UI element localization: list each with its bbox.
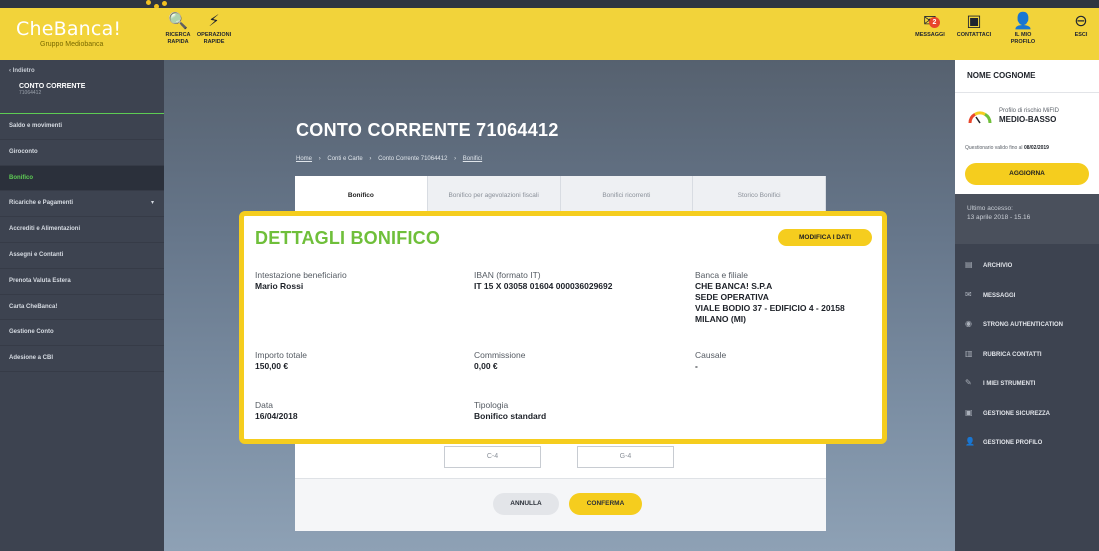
sidebar-item-bonifico[interactable]: Bonifico bbox=[0, 165, 164, 192]
sidebar-item-label: Ricariche e Pagamenti bbox=[9, 200, 74, 207]
mifid-profile: Profilo di rischio MiFID MEDIO-BASSO bbox=[999, 108, 1097, 124]
sidebar-header: ‹ Indietro CONTO CORRENTE 71064412 bbox=[0, 60, 164, 114]
mail-icon: ✉ bbox=[965, 289, 972, 299]
breadcrumb-home[interactable]: Home bbox=[296, 156, 312, 162]
last-access: Ultimo accesso: 13 aprile 2018 - 15.16 bbox=[955, 194, 1099, 244]
page-title: CONTO CORRENTE 71064412 bbox=[296, 120, 559, 140]
breadcrumb-separator: › bbox=[318, 156, 321, 162]
iban-field: IBAN (formato IT) IT 15 X 03058 01604 00… bbox=[474, 270, 613, 291]
account-title: CONTO CORRENTE bbox=[19, 83, 86, 90]
exit-icon: ⊖ bbox=[1074, 13, 1088, 30]
breadcrumb-conti[interactable]: Conti e Carte bbox=[327, 156, 362, 162]
mifid-level: MEDIO-BASSO bbox=[999, 115, 1057, 124]
bank-field: Banca e filiale CHE BANCA! S.P.A SEDE OP… bbox=[695, 270, 845, 324]
code-field-c4[interactable]: C-4 bbox=[444, 446, 541, 468]
archive-icon: ▤ bbox=[965, 260, 973, 269]
quick-operations-button[interactable]: ⚡ OPERAZIONI RAPIDE bbox=[194, 13, 234, 45]
edit-data-button[interactable]: MODIFICA I DATI bbox=[778, 229, 872, 246]
questionnaire-validity: Questionario valido fino al 08/02/2019 bbox=[965, 145, 1049, 151]
address-book-icon: ▥ bbox=[965, 348, 973, 358]
logo[interactable]: CheBanca! Gruppo Mediobanca bbox=[16, 18, 121, 48]
user-icon: 👤 bbox=[965, 437, 975, 446]
breadcrumb-bonifici[interactable]: Bonifici bbox=[463, 156, 482, 162]
lightning-icon: ⚡ bbox=[208, 13, 220, 30]
breadcrumb-conto[interactable]: Conto Corrente 71064412 bbox=[378, 156, 447, 162]
confirm-button[interactable]: CONFERMA bbox=[569, 493, 642, 515]
sidebar-item-saldo[interactable]: Saldo e movimenti bbox=[0, 114, 164, 140]
wrench-icon: ✎ bbox=[965, 378, 972, 387]
reason-field: Causale - bbox=[695, 350, 727, 371]
sidebar-item-ricariche[interactable]: Ricariche e Pagamenti ▾ bbox=[0, 191, 164, 218]
sidebar-item-valuta[interactable]: Prenota Valuta Estera bbox=[0, 269, 164, 295]
account-number: 71064412 bbox=[19, 90, 42, 96]
menu-item-strumenti[interactable]: ✎ I MIEI STRUMENTI bbox=[955, 368, 1099, 398]
sidebar-item-assegni[interactable]: Assegni e Contanti bbox=[0, 243, 164, 269]
tab-agevolazioni[interactable]: Bonifico per agevolazioni fiscali bbox=[428, 176, 561, 216]
breadcrumb-separator: › bbox=[454, 156, 457, 162]
contact-card-icon: ▣ bbox=[966, 13, 982, 30]
date-field: Data 16/04/2018 bbox=[255, 400, 298, 421]
search-icon: 🔍 bbox=[168, 13, 188, 30]
contact-button[interactable]: ▣ CONTATTACI bbox=[955, 13, 993, 39]
right-menu: ▤ ARCHIVIO ✉ MESSAGGI ◉ STRONG AUTHENTICATI… bbox=[955, 250, 1099, 457]
menu-item-profilo[interactable]: 👤 GESTIONE PROFILO bbox=[955, 427, 1099, 457]
risk-gauge-icon bbox=[968, 111, 992, 124]
back-link[interactable]: ‹ Indietro bbox=[9, 68, 164, 74]
tab-ricorrenti[interactable]: Bonifici ricorrenti bbox=[561, 176, 694, 216]
chevron-down-icon: ▾ bbox=[150, 200, 154, 207]
type-field: Tipologia Bonifico standard bbox=[474, 400, 547, 421]
menu-item-sicurezza[interactable]: ▣ GESTIONE SICUREZZA bbox=[955, 398, 1099, 428]
transfer-details-modal: DETTAGLI BONIFICO MODIFICA I DATI Intest… bbox=[239, 211, 887, 444]
quick-search-button[interactable]: 🔍 RICERCA RAPIDA bbox=[164, 13, 192, 45]
user-name: NOME COGNOME bbox=[967, 71, 1036, 80]
menu-item-archivio[interactable]: ▤ ARCHIVIO bbox=[955, 250, 1099, 280]
lock-icon: ▣ bbox=[965, 407, 973, 417]
menu-item-messaggi[interactable]: ✉ MESSAGGI bbox=[955, 280, 1099, 310]
shield-icon: ◉ bbox=[965, 319, 972, 328]
right-panel: NOME COGNOME Profilo di rischio MiFID ME… bbox=[955, 60, 1099, 551]
menu-item-rubrica[interactable]: ▥ RUBRICA CONTATTI bbox=[955, 339, 1099, 369]
profile-button[interactable]: 👤 IL MIO PROFILO bbox=[1006, 13, 1040, 45]
update-button[interactable]: AGGIORNA bbox=[965, 163, 1089, 185]
notification-badge: 2 bbox=[929, 17, 940, 28]
modal-title: DETTAGLI BONIFICO bbox=[255, 228, 441, 248]
fee-field: Commissione 0,00 € bbox=[474, 350, 526, 371]
breadcrumb-separator: › bbox=[369, 156, 372, 162]
transfer-tabs: Bonifico Bonifico per agevolazioni fisca… bbox=[295, 176, 826, 216]
profile-summary: NOME COGNOME Profilo di rischio MiFID ME… bbox=[955, 60, 1099, 194]
card-footer: ANNULLA CONFERMA bbox=[295, 478, 826, 531]
left-sidebar: ‹ Indietro CONTO CORRENTE 71064412 Saldo… bbox=[0, 60, 164, 551]
amount-field: Importo totale 150,00 € bbox=[255, 350, 307, 371]
divider bbox=[955, 92, 1099, 93]
sidebar-item-carta[interactable]: Carta CheBanca! bbox=[0, 295, 164, 321]
sidebar-item-accrediti[interactable]: Accrediti e Alimentazioni bbox=[0, 217, 164, 243]
logout-button[interactable]: ⊖ ESCI bbox=[1068, 13, 1094, 39]
code-field-g4[interactable]: G-4 bbox=[577, 446, 674, 468]
top-bar: CheBanca! Gruppo Mediobanca 🔍 RICERCA RA… bbox=[0, 8, 1099, 60]
sidebar-item-gestione-conto[interactable]: Gestione Conto bbox=[0, 320, 164, 347]
sidebar-item-cbi[interactable]: Adesione a CBI bbox=[0, 346, 164, 372]
breadcrumb: Home › Conti e Carte › Conto Corrente 71… bbox=[296, 156, 487, 162]
beneficiary-field: Intestazione beneficiario Mario Rossi bbox=[255, 270, 347, 291]
tab-bonifico[interactable]: Bonifico bbox=[295, 176, 428, 216]
cancel-button[interactable]: ANNULLA bbox=[493, 493, 559, 515]
logo-subtitle: Gruppo Mediobanca bbox=[40, 41, 104, 48]
user-icon: 👤 bbox=[1013, 13, 1033, 30]
sidebar-item-giroconto[interactable]: Giroconto bbox=[0, 140, 164, 166]
menu-item-strong-auth[interactable]: ◉ STRONG AUTHENTICATION bbox=[955, 309, 1099, 339]
logo-text: CheBanca! bbox=[16, 18, 122, 40]
tab-storico[interactable]: Storico Bonifici bbox=[693, 176, 826, 216]
